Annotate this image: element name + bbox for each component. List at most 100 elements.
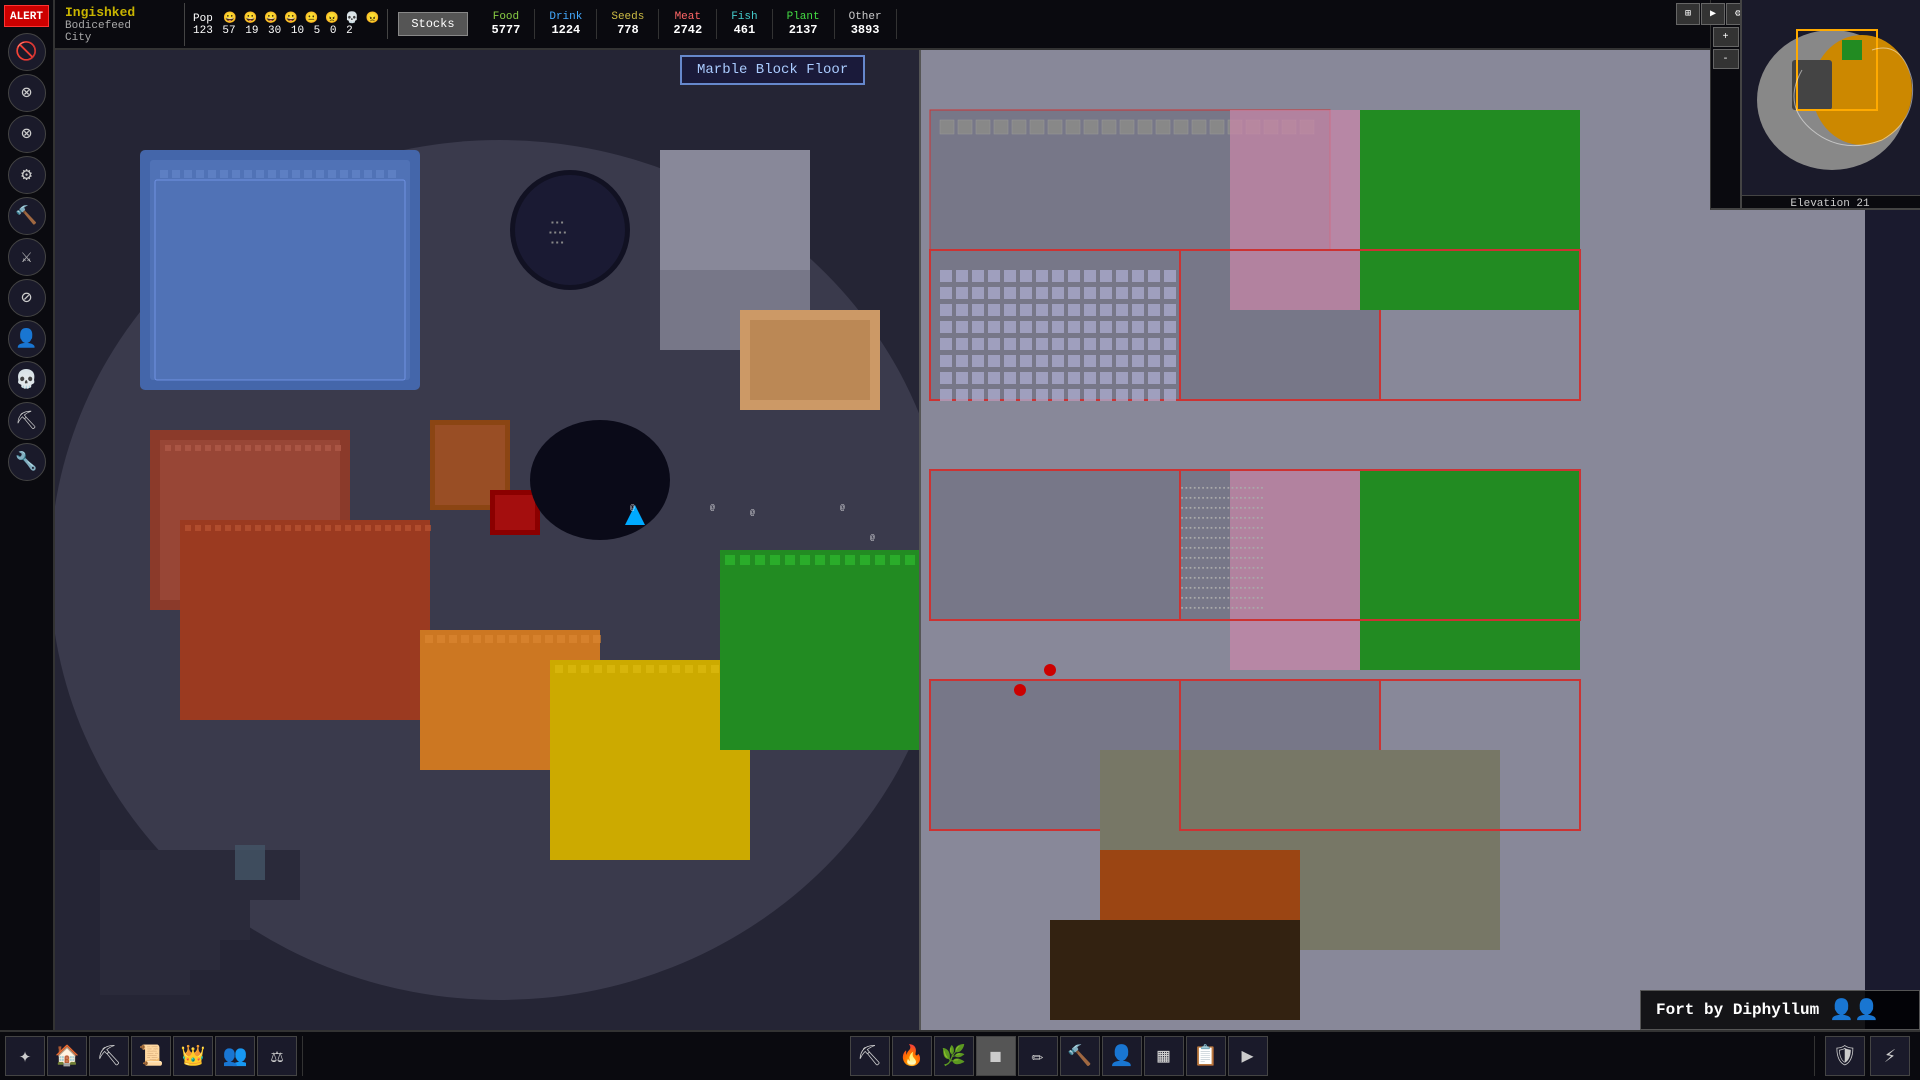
meat-value: 2742 bbox=[673, 23, 702, 37]
fort-name: Ingishked bbox=[65, 5, 174, 20]
drink-value: 1224 bbox=[551, 23, 580, 37]
elevation-label: Elevation 21 bbox=[1740, 195, 1920, 210]
hammer-tool-btn[interactable]: 🔨 bbox=[1060, 1036, 1100, 1076]
pickaxe-icon[interactable]: ⛏ bbox=[8, 402, 46, 440]
pop-numbers: 123 57 19 30 10 5 0 2 bbox=[193, 25, 379, 37]
svg-text:▪▪▪▪▪▪▪▪▪▪▪▪▪▪▪▪▪▪▪▪: ▪▪▪▪▪▪▪▪▪▪▪▪▪▪▪▪▪▪▪▪ bbox=[1180, 515, 1264, 523]
scroll-tool-icon[interactable]: 📜 bbox=[131, 1036, 171, 1076]
person-icon[interactable]: 👤 bbox=[8, 320, 46, 358]
pickaxe-tool-btn[interactable]: ⛏ bbox=[850, 1036, 890, 1076]
other-label: Other bbox=[849, 11, 882, 23]
svg-text:▪▪▪▪▪▪▪▪▪▪▪▪▪▪▪▪▪▪▪▪: ▪▪▪▪▪▪▪▪▪▪▪▪▪▪▪▪▪▪▪▪ bbox=[1180, 605, 1264, 613]
dwarf-avatar-icon: 👤 bbox=[1829, 997, 1854, 1023]
wrench-icon[interactable]: 🔧 bbox=[8, 443, 46, 481]
people-tool-icon[interactable]: 👥 bbox=[215, 1036, 255, 1076]
bottom-left-icons: ✦ 🏠 ⛏ 📜 👑 👥 ⚖ bbox=[0, 1036, 303, 1076]
fort-type: City bbox=[65, 32, 174, 44]
fish-resource: Fish 461 bbox=[717, 9, 772, 39]
svg-text:▪▪▪▪▪▪▪▪▪▪▪▪▪▪▪▪▪▪▪▪: ▪▪▪▪▪▪▪▪▪▪▪▪▪▪▪▪▪▪▪▪ bbox=[1180, 575, 1264, 583]
seeds-resource: Seeds 778 bbox=[597, 9, 659, 39]
left-sidebar: ALERT 🚫 ⊗ ⊗ ⚙ 🔨 ⚔ ⊘ 👤 💀 ⛏ 🔧 bbox=[0, 0, 55, 1080]
svg-text:▪▪▪▪▪▪▪▪▪▪▪▪▪▪▪▪▪▪▪▪: ▪▪▪▪▪▪▪▪▪▪▪▪▪▪▪▪▪▪▪▪ bbox=[1180, 545, 1264, 553]
svg-text:▪▪▪▪▪▪▪▪▪▪▪▪▪▪▪▪▪▪▪▪: ▪▪▪▪▪▪▪▪▪▪▪▪▪▪▪▪▪▪▪▪ bbox=[1180, 495, 1264, 503]
fort-credit-panel: Fort by Diphyllum 👤 👤 bbox=[1640, 990, 1920, 1030]
fire-tool-btn[interactable]: 🔥 bbox=[892, 1036, 932, 1076]
svg-text:▪▪▪: ▪▪▪ bbox=[550, 219, 564, 228]
action-right-icon[interactable]: ⚡ bbox=[1870, 1036, 1910, 1076]
svg-text:▪▪▪▪▪▪▪▪▪▪▪▪▪▪▪▪▪▪▪▪: ▪▪▪▪▪▪▪▪▪▪▪▪▪▪▪▪▪▪▪▪ bbox=[1180, 505, 1264, 513]
person-tool-btn[interactable]: 👤 bbox=[1102, 1036, 1142, 1076]
minimap-icon2-btn[interactable]: ▶ bbox=[1701, 3, 1725, 25]
fort-subtitle: Bodicefeed bbox=[65, 20, 174, 32]
pop-label: Pop 😀 😀 😀 😀 😐 😠 💀 😠 bbox=[193, 11, 379, 25]
no-entry-icon-1[interactable]: 🚫 bbox=[8, 33, 46, 71]
eraser-tool-btn[interactable]: ✏ bbox=[1018, 1036, 1058, 1076]
table-tool-btn[interactable]: 📋 bbox=[1186, 1036, 1226, 1076]
block-tool-btn[interactable]: ◼ bbox=[976, 1036, 1016, 1076]
diagonal-icon[interactable]: ⊘ bbox=[8, 279, 46, 317]
zoom-out-btn[interactable]: - bbox=[1713, 49, 1739, 69]
skull-icon[interactable]: 💀 bbox=[8, 361, 46, 399]
more-tools-btn[interactable]: ▶ bbox=[1228, 1036, 1268, 1076]
stocks-button[interactable]: Stocks bbox=[398, 12, 467, 36]
other-value: 3893 bbox=[851, 23, 880, 37]
svg-text:▪▪▪▪▪▪▪▪▪▪▪▪▪▪▪▪▪▪▪▪: ▪▪▪▪▪▪▪▪▪▪▪▪▪▪▪▪▪▪▪▪ bbox=[1180, 565, 1264, 573]
building-tool-icon[interactable]: 🏠 bbox=[47, 1036, 87, 1076]
bottom-right-section: 🛡 ⚡ bbox=[1814, 1036, 1920, 1076]
svg-text:▪▪▪: ▪▪▪ bbox=[550, 239, 564, 248]
bottom-center-icons: ⛏ 🔥 🌿 ◼ ✏ 🔨 👤 ▦ 📋 ▶ bbox=[303, 1036, 1814, 1076]
noble-tool-icon[interactable]: 👑 bbox=[173, 1036, 213, 1076]
svg-text:▪▪▪▪▪▪▪▪▪▪▪▪▪▪▪▪▪▪▪▪: ▪▪▪▪▪▪▪▪▪▪▪▪▪▪▪▪▪▪▪▪ bbox=[1180, 525, 1264, 533]
crossed-icon[interactable]: ⊗ bbox=[8, 115, 46, 153]
svg-text:@: @ bbox=[750, 509, 755, 518]
svg-text:@: @ bbox=[870, 534, 875, 543]
tooltip-text: Marble Block Floor bbox=[697, 62, 848, 78]
crossed-sword-icon[interactable]: ⚔ bbox=[8, 238, 46, 276]
fort-info: Ingishked Bodicefeed City bbox=[55, 3, 185, 46]
scale-tool-icon[interactable]: ⚖ bbox=[257, 1036, 297, 1076]
no-entry-icon-2[interactable]: ⊗ bbox=[8, 74, 46, 112]
fort-credit-text: Fort by Diphyllum bbox=[1656, 1001, 1819, 1019]
minimap-icon1-btn[interactable]: ⊞ bbox=[1676, 3, 1700, 25]
svg-text:@: @ bbox=[630, 504, 635, 513]
plant-resource: Plant 2137 bbox=[773, 9, 835, 39]
alert-button[interactable]: ALERT bbox=[4, 5, 49, 27]
top-hud: Ingishked Bodicefeed City Pop 😀 😀 😀 😀 😐 … bbox=[55, 0, 1920, 50]
fish-label: Fish bbox=[731, 11, 757, 23]
minimap-image bbox=[1742, 0, 1920, 195]
minimap-controls: ⊞ ▶ ⚙ ⊠ + - bbox=[1710, 0, 1740, 210]
dig-tool-icon[interactable]: ⛏ bbox=[89, 1036, 129, 1076]
settings-icon[interactable]: ⚙ bbox=[8, 156, 46, 194]
svg-text:▪▪▪▪▪▪▪▪▪▪▪▪▪▪▪▪▪▪▪▪: ▪▪▪▪▪▪▪▪▪▪▪▪▪▪▪▪▪▪▪▪ bbox=[1180, 585, 1264, 593]
grid-tool-btn[interactable]: ▦ bbox=[1144, 1036, 1184, 1076]
drink-label: Drink bbox=[549, 11, 582, 23]
meat-resource: Meat 2742 bbox=[659, 9, 717, 39]
bottom-toolbar: ✦ 🏠 ⛏ 📜 👑 👥 ⚖ ⛏ 🔥 🌿 ◼ ✏ 🔨 👤 ▦ 📋 ▶ 🛡 ⚡ bbox=[0, 1030, 1920, 1080]
meat-label: Meat bbox=[675, 11, 701, 23]
svg-text:@: @ bbox=[710, 504, 715, 513]
move-tool-icon[interactable]: ✦ bbox=[5, 1036, 45, 1076]
plant-tool-btn[interactable]: 🌿 bbox=[934, 1036, 974, 1076]
food-label: Food bbox=[493, 11, 519, 23]
shield-right-icon[interactable]: 🛡 bbox=[1825, 1036, 1865, 1076]
tooltip-popup: Marble Block Floor bbox=[680, 55, 865, 85]
other-resource: Other 3893 bbox=[835, 9, 897, 39]
fish-value: 461 bbox=[734, 23, 756, 37]
svg-text:▪▪▪▪▪▪▪▪▪▪▪▪▪▪▪▪▪▪▪▪: ▪▪▪▪▪▪▪▪▪▪▪▪▪▪▪▪▪▪▪▪ bbox=[1180, 595, 1264, 603]
game-map[interactable]: ▪▪▪ ▪▪▪▪ ▪▪▪ bbox=[0, 50, 1865, 1030]
svg-text:▪▪▪▪▪▪▪▪▪▪▪▪▪▪▪▪▪▪▪▪: ▪▪▪▪▪▪▪▪▪▪▪▪▪▪▪▪▪▪▪▪ bbox=[1180, 555, 1264, 563]
population-section: Pop 😀 😀 😀 😀 😐 😠 💀 😠 123 57 19 30 10 5 0 … bbox=[185, 9, 388, 39]
seeds-label: Seeds bbox=[611, 11, 644, 23]
svg-text:@: @ bbox=[840, 504, 845, 513]
seeds-value: 778 bbox=[617, 23, 639, 37]
plant-value: 2137 bbox=[789, 23, 818, 37]
food-value: 5777 bbox=[492, 23, 521, 37]
drink-resource: Drink 1224 bbox=[535, 9, 597, 39]
plant-label: Plant bbox=[787, 11, 820, 23]
minimap[interactable]: Elevation 21 bbox=[1740, 0, 1920, 210]
hammer-icon[interactable]: 🔨 bbox=[8, 197, 46, 235]
resources-section: Food 5777 Drink 1224 Seeds 778 Meat 2742… bbox=[478, 9, 1770, 39]
svg-text:▪▪▪▪▪▪▪▪▪▪▪▪▪▪▪▪▪▪▪▪: ▪▪▪▪▪▪▪▪▪▪▪▪▪▪▪▪▪▪▪▪ bbox=[1180, 485, 1264, 493]
zoom-in-btn[interactable]: + bbox=[1713, 27, 1739, 47]
food-resource: Food 5777 bbox=[478, 9, 536, 39]
